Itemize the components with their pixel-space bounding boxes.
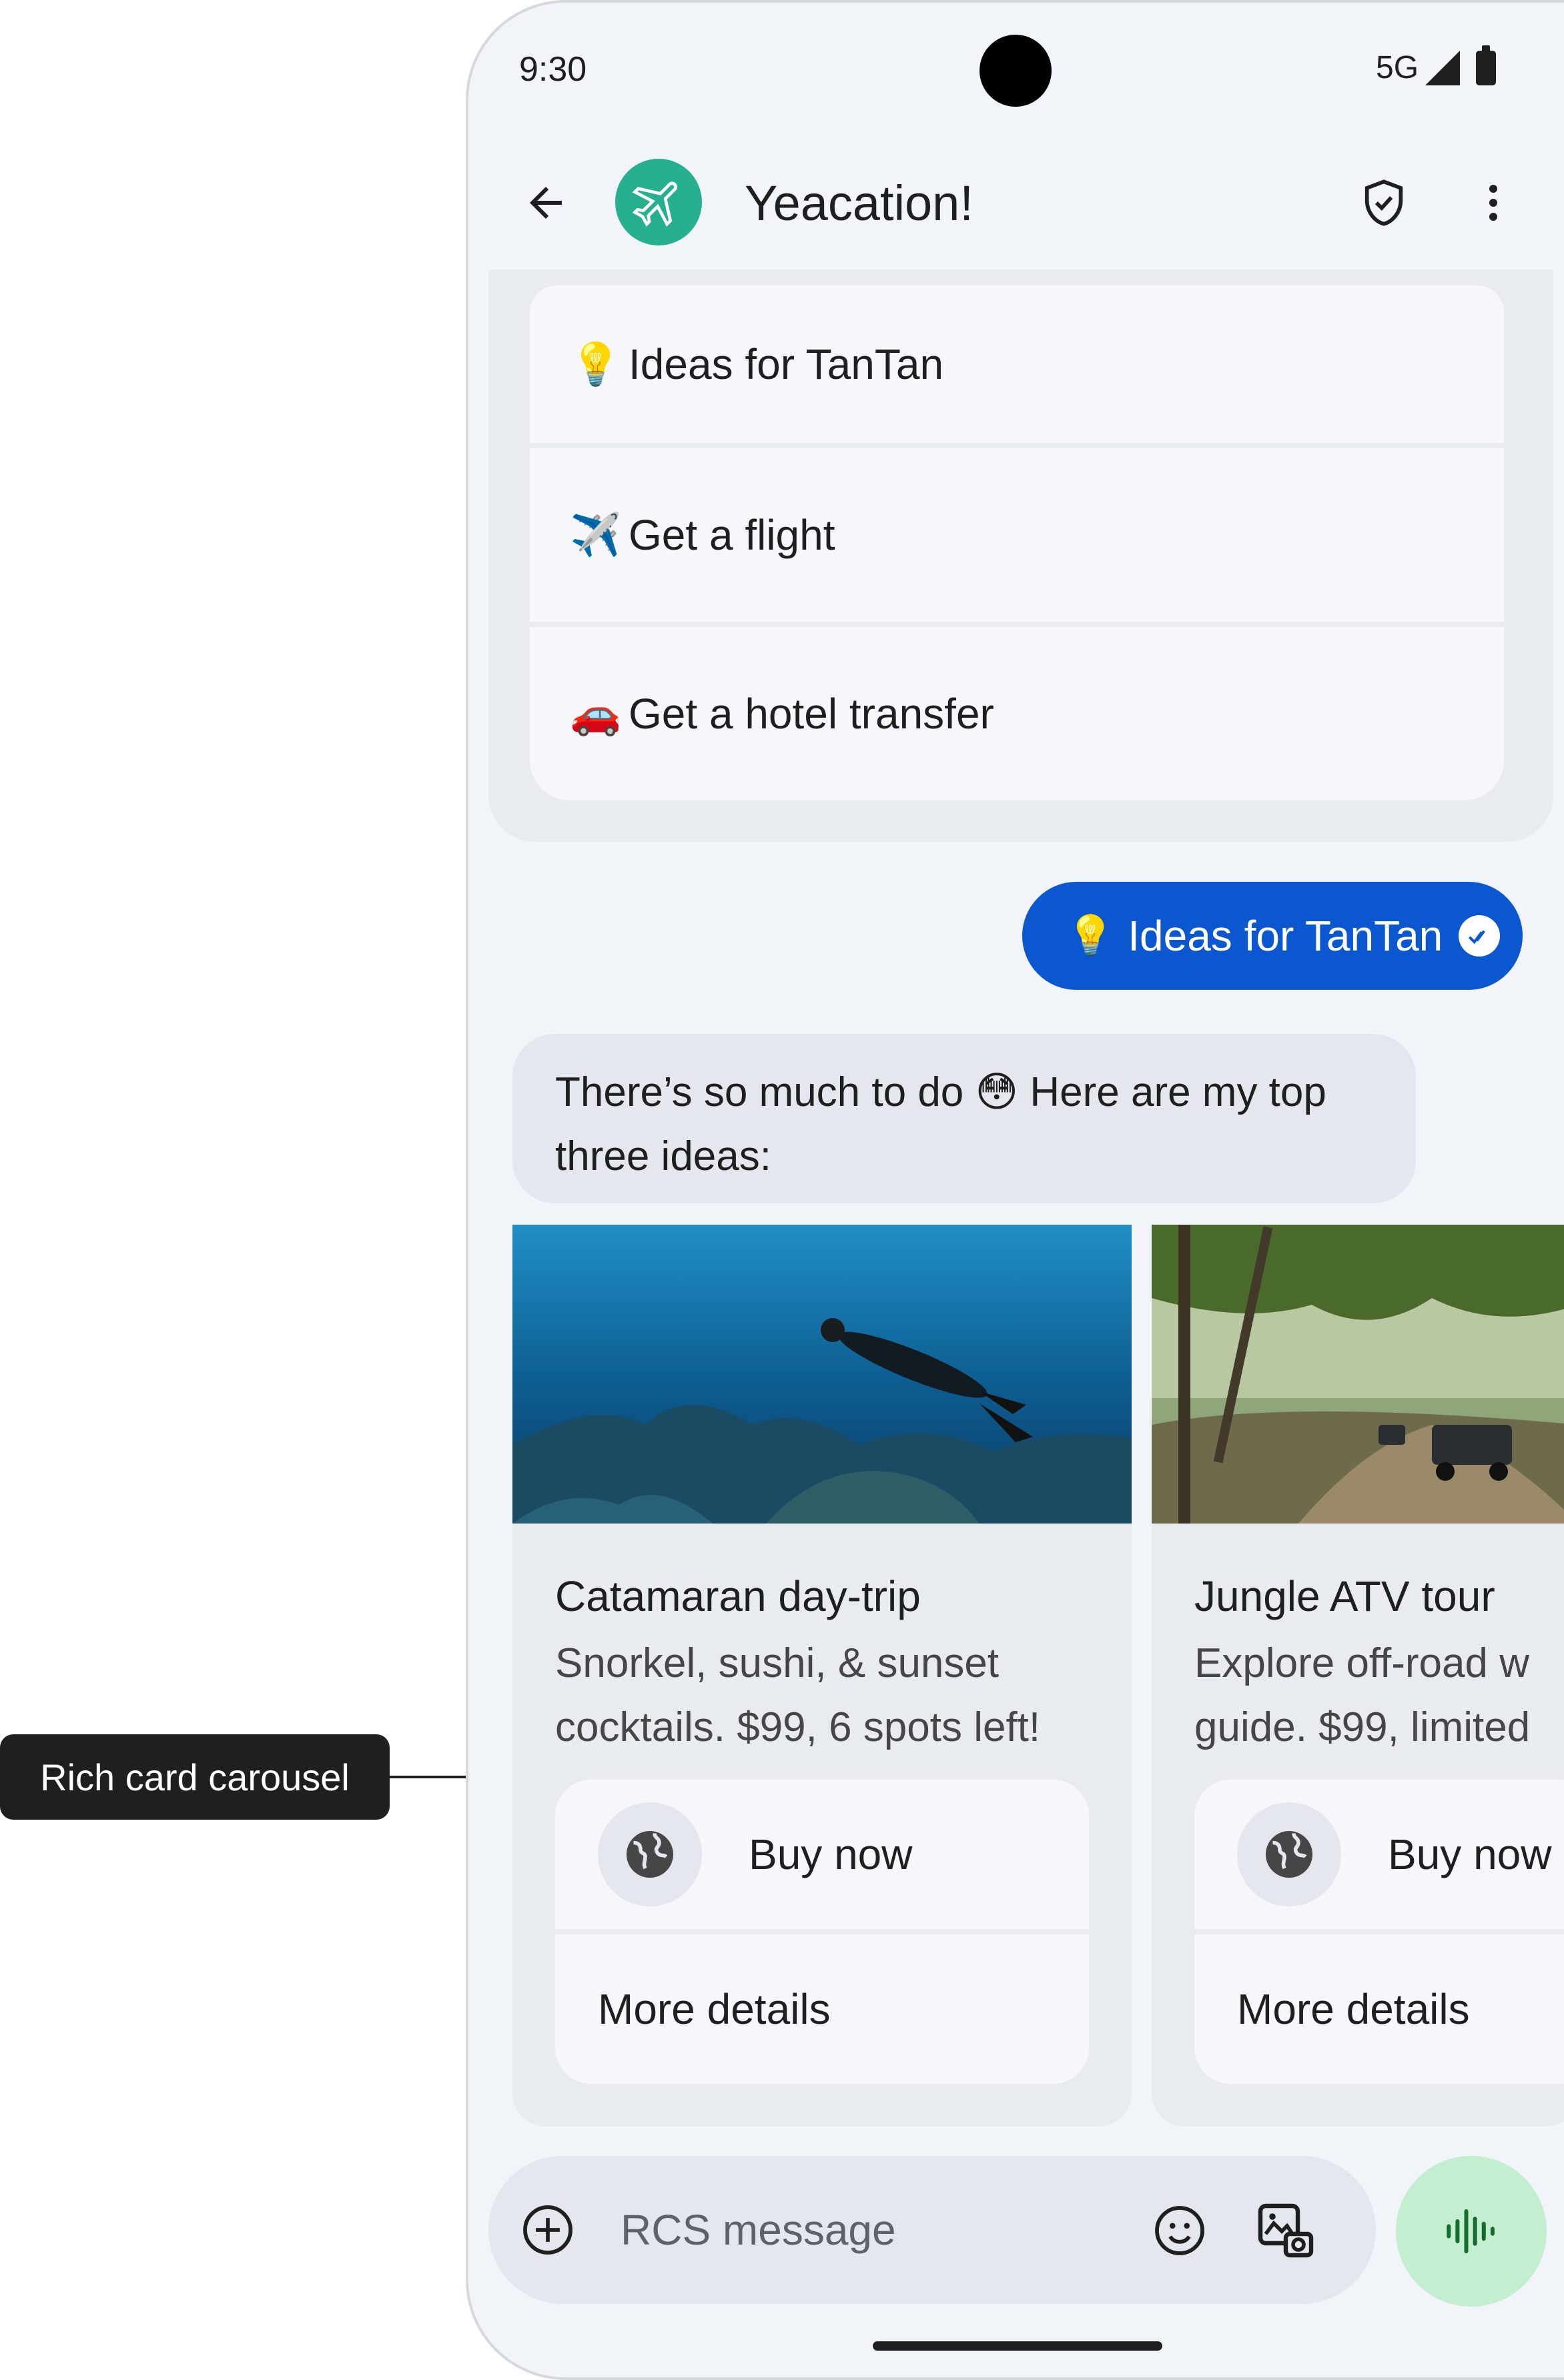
attach-button[interactable] <box>518 2200 578 2260</box>
globe-icon-container <box>1237 1802 1341 1906</box>
card-image-snorkeling <box>512 1225 1132 1524</box>
suggestion-hotel-transfer[interactable]: 🚗 Get a hotel transfer <box>530 627 1504 800</box>
airplane-emoji-icon: ✈️ <box>570 512 622 558</box>
card-image-jungle <box>1152 1225 1564 1524</box>
received-message-bubble: There’s so much to do 😳 Here are my top … <box>512 1034 1416 1203</box>
sent-message-bubble[interactable]: 💡 Ideas for TanTan <box>1022 882 1523 990</box>
check-circle-icon <box>1459 915 1500 957</box>
card-title: Catamaran day-trip <box>555 1572 921 1620</box>
more-details-button[interactable]: More details <box>1194 1934 1564 2084</box>
compose-bar: RCS message <box>488 2156 1376 2304</box>
card-title: Jungle ATV tour <box>1194 1572 1495 1620</box>
rich-card[interactable]: Catamaran day-trip Snorkel, sushi, & sun… <box>512 1225 1132 2127</box>
plus-circle-icon <box>523 2205 572 2255</box>
suggestion-ideas[interactable]: 💡 Ideas for TanTan <box>530 285 1504 443</box>
emoji-icon <box>1155 2206 1204 2255</box>
voice-message-button[interactable] <box>1396 2156 1547 2307</box>
lightbulb-icon: 💡 <box>1066 914 1115 957</box>
phone-frame: 9:30 5G Yeacation! 💡 Ideas for TanTan ✈️… <box>466 0 1564 2380</box>
emoji-button[interactable] <box>1146 2197 1213 2264</box>
more-options-button[interactable] <box>1460 169 1527 236</box>
card-description: Explore off-road w guide. $99, limited <box>1194 1640 1531 1750</box>
buy-now-button[interactable]: Buy now <box>1194 1780 1564 1929</box>
car-icon: 🚗 <box>570 690 622 737</box>
more-details-label: More details <box>598 1985 831 2033</box>
suggestion-label: Ideas for TanTan <box>629 340 944 388</box>
buy-now-label: Buy now <box>749 1830 913 1878</box>
globe-icon <box>1266 1831 1312 1878</box>
globe-icon-container <box>598 1802 702 1906</box>
app-bar: Yeacation! <box>468 143 1564 263</box>
buy-now-label: Buy now <box>1388 1830 1552 1878</box>
voice-wave-icon <box>1447 2209 1495 2253</box>
sent-message-text: Ideas for TanTan <box>1128 912 1443 960</box>
suggestion-label: Get a hotel transfer <box>629 690 994 738</box>
more-details-button[interactable]: More details <box>555 1934 1089 2084</box>
gallery-button[interactable] <box>1249 2195 1322 2268</box>
buy-now-button[interactable]: Buy now <box>555 1780 1089 1929</box>
status-bar: 9:30 5G <box>468 3 1564 136</box>
back-button[interactable] <box>512 169 579 236</box>
more-details-label: More details <box>1237 1985 1470 2033</box>
message-input[interactable]: RCS message <box>621 2205 896 2255</box>
shield-check-icon <box>1364 179 1403 226</box>
status-time: 9:30 <box>519 50 587 89</box>
suggestion-flight[interactable]: ✈️ Get a flight <box>530 448 1504 622</box>
status-indicators: 5G <box>1376 45 1497 86</box>
avatar[interactable] <box>615 159 702 245</box>
camera-cutout <box>980 35 1052 107</box>
conversation-title: Yeacation! <box>745 175 973 231</box>
callout-label: Rich card carousel <box>0 1734 390 1820</box>
more-vert-icon <box>1489 185 1497 221</box>
airplane-icon <box>632 181 677 227</box>
gallery-icon <box>1258 2203 1314 2258</box>
lightbulb-icon: 💡 <box>570 341 622 388</box>
signal-icon <box>1425 50 1461 85</box>
verified-info-button[interactable] <box>1350 169 1417 236</box>
globe-icon <box>627 1831 673 1878</box>
network-label: 5G <box>1376 50 1419 85</box>
suggestion-label: Get a flight <box>629 511 835 559</box>
rich-card[interactable]: Jungle ATV tour Explore off-road w guide… <box>1152 1225 1564 2127</box>
battery-icon <box>1476 45 1497 85</box>
back-arrow-icon <box>530 187 562 219</box>
home-indicator <box>873 2341 1162 2351</box>
card-description: Snorkel, sushi, & sunset cocktails. $99,… <box>555 1640 1041 1750</box>
